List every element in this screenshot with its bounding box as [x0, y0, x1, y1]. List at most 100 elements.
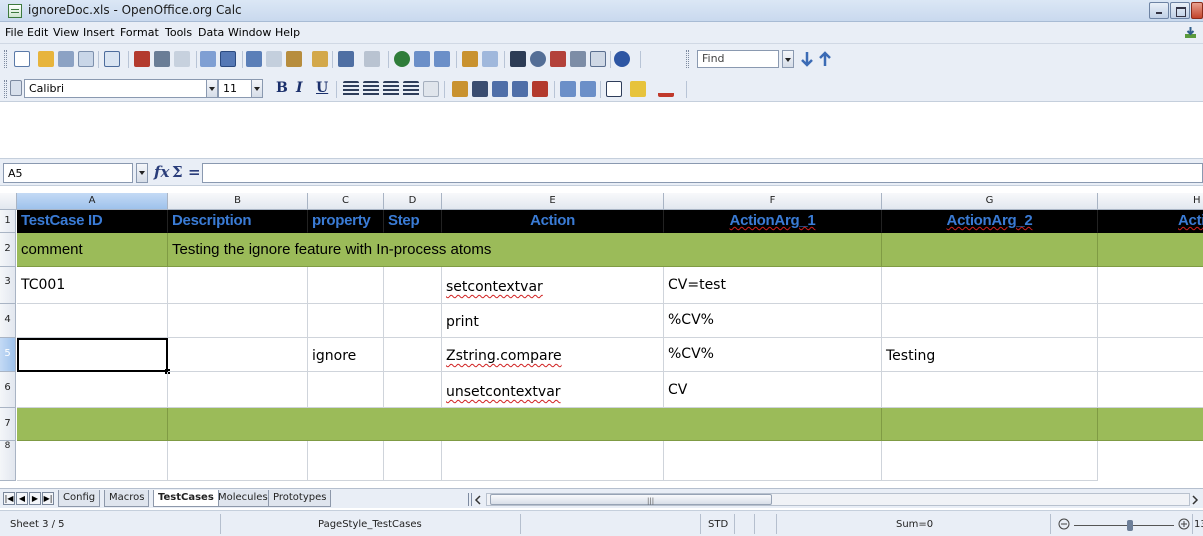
cell-a5-active[interactable] [17, 338, 168, 372]
save-icon[interactable] [58, 51, 74, 67]
cell-g8[interactable] [882, 441, 1098, 481]
redo-icon[interactable] [364, 51, 380, 67]
cell-c8[interactable] [308, 441, 384, 481]
menu-help[interactable]: Help [275, 26, 300, 39]
horizontal-scrollbar[interactable]: ||| [468, 491, 1203, 507]
cell-e8[interactable] [442, 441, 664, 481]
sheet-tab-config[interactable]: Config [58, 490, 101, 507]
column-header-c[interactable]: C [308, 193, 384, 210]
formula-input[interactable] [202, 163, 1203, 183]
spellcheck-icon[interactable] [200, 51, 216, 67]
row-header-5[interactable]: 5 [0, 338, 16, 372]
cell-e5[interactable]: Zstring.compare [442, 338, 664, 372]
cell-g2[interactable] [882, 233, 1098, 267]
cell-b5[interactable] [168, 338, 308, 372]
cell-b7-merged[interactable] [168, 408, 882, 441]
column-header-f[interactable]: F [664, 193, 882, 210]
cell-h1[interactable]: Action [1098, 210, 1203, 233]
function-wizard-icon[interactable]: fx [154, 163, 169, 181]
spreadsheet-grid[interactable]: A B C D E F G H 1 2 3 4 5 6 7 8 TestCase… [0, 193, 1203, 481]
menu-data[interactable]: Data [198, 26, 224, 39]
menu-window[interactable]: Window [228, 26, 271, 39]
find-next-icon[interactable] [800, 51, 814, 67]
minimize-button[interactable] [1149, 2, 1169, 19]
update-icon[interactable] [1184, 26, 1197, 39]
menu-format[interactable]: Format [120, 26, 159, 39]
cell-f1[interactable]: ActionArg_1 [664, 210, 882, 233]
font-size-input[interactable]: 11 [218, 79, 252, 98]
cell-b2-merged[interactable]: Testing the ignore feature with In-proce… [168, 233, 882, 267]
cell-g1[interactable]: ActionArg_2 [882, 210, 1098, 233]
scroll-left-icon[interactable] [474, 495, 482, 505]
cell-c4[interactable] [308, 304, 384, 338]
cell-d6[interactable] [384, 372, 442, 408]
cell-b6[interactable] [168, 372, 308, 408]
row-header-6[interactable]: 6 [0, 372, 16, 408]
cell-a1[interactable]: TestCase ID [17, 210, 168, 233]
sheet-tab-testcases[interactable]: TestCases [153, 490, 219, 507]
background-color-icon[interactable] [630, 81, 646, 97]
edit-file-icon[interactable] [104, 51, 120, 67]
sheet-tab-prototypes[interactable]: Prototypes [268, 490, 332, 507]
sum-display[interactable]: Sum=0 [896, 519, 933, 530]
row-header-4[interactable]: 4 [0, 304, 16, 338]
cell-b4[interactable] [168, 304, 308, 338]
page-style[interactable]: PageStyle_TestCases [318, 519, 422, 530]
data-sources-icon[interactable] [570, 51, 586, 67]
close-button[interactable] [1191, 2, 1203, 19]
underline-button[interactable]: U [316, 80, 328, 96]
navigator-icon[interactable] [530, 51, 546, 67]
cell-d5[interactable] [384, 338, 442, 372]
sheet-tab-macros[interactable]: Macros [104, 490, 150, 507]
open-icon[interactable] [38, 51, 54, 67]
menu-insert[interactable]: Insert [83, 26, 115, 39]
row-header-8[interactable]: 8 [0, 441, 16, 481]
cell-g6[interactable] [882, 372, 1098, 408]
toolbar-grip[interactable] [4, 50, 7, 68]
cell-e4[interactable]: print [442, 304, 664, 338]
sheet-tab-molecules[interactable]: Molecules [213, 490, 273, 507]
cell-a8[interactable] [17, 441, 168, 481]
column-header-b[interactable]: B [168, 193, 308, 210]
cell-g5[interactable]: Testing [882, 338, 1098, 372]
cell-f6[interactable]: CV [664, 372, 882, 408]
cell-d8[interactable] [384, 441, 442, 481]
print-icon[interactable] [154, 51, 170, 67]
scroll-thumb[interactable]: ||| [490, 494, 772, 505]
zoom-level[interactable]: 135 [1194, 519, 1203, 530]
sort-ascending-icon[interactable] [414, 51, 430, 67]
column-header-h[interactable]: H [1098, 193, 1203, 210]
cell-d4[interactable] [384, 304, 442, 338]
zoom-slider-track[interactable] [1074, 525, 1174, 526]
scroll-right-icon[interactable] [1191, 495, 1199, 505]
cell-h7[interactable] [1098, 408, 1203, 441]
menu-file[interactable]: File [5, 26, 23, 39]
merge-cells-icon[interactable] [423, 81, 439, 97]
copy-icon[interactable] [266, 51, 282, 67]
font-name-input[interactable]: Calibri [24, 79, 207, 98]
row-header-2[interactable]: 2 [0, 233, 16, 267]
find-dropdown-button[interactable] [782, 50, 794, 68]
zoom-in-icon[interactable] [1178, 518, 1190, 530]
align-center-icon[interactable] [363, 81, 379, 97]
cell-b3[interactable] [168, 267, 308, 304]
show-draw-functions-icon[interactable] [482, 51, 498, 67]
selection-mode[interactable]: STD [708, 519, 728, 530]
menu-tools[interactable]: Tools [165, 26, 192, 39]
add-decimal-icon[interactable] [512, 81, 528, 97]
cell-a7[interactable] [17, 408, 168, 441]
cell-c6[interactable] [308, 372, 384, 408]
hyperlink-icon[interactable] [394, 51, 410, 67]
toolbar-grip[interactable] [4, 80, 7, 98]
bold-button[interactable]: B [276, 80, 288, 96]
paste-icon[interactable] [286, 51, 302, 67]
increase-indent-icon[interactable] [580, 81, 596, 97]
column-header-g[interactable]: G [882, 193, 1098, 210]
next-sheet-button[interactable]: ▶ [29, 492, 41, 505]
tab-splitter[interactable] [468, 493, 472, 506]
first-sheet-button[interactable]: |◀ [3, 492, 15, 505]
cell-e6[interactable]: unsetcontextvar [442, 372, 664, 408]
autospellcheck-icon[interactable] [220, 51, 236, 67]
cell-a4[interactable] [17, 304, 168, 338]
chart-icon[interactable] [462, 51, 478, 67]
